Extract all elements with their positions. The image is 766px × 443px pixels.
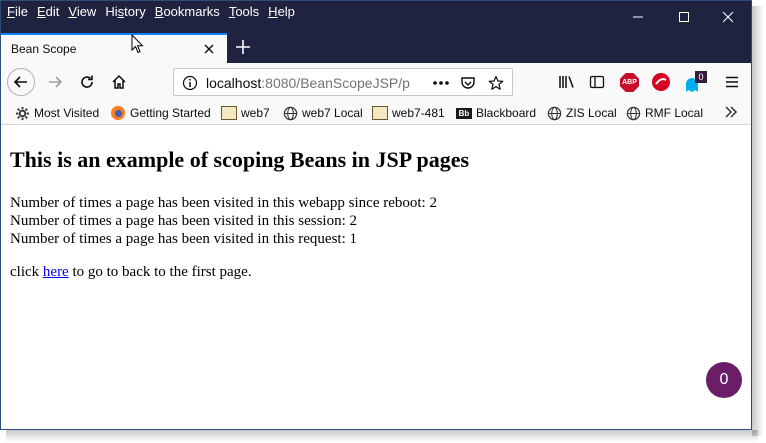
bookmark-most-visited[interactable]: Most Visited [14, 104, 99, 122]
page-content: This is an example of scoping Beans in J… [1, 126, 751, 429]
back-arrow-icon [13, 76, 27, 88]
window-shadow [752, 6, 764, 436]
menu-bookmarks[interactable]: Bookmarks [155, 4, 220, 19]
nav-toolbar: localhost:8080/BeanScopeJSP/p ABP 0 [1, 63, 751, 101]
back-button[interactable] [7, 68, 35, 96]
maximize-icon [679, 12, 689, 22]
forward-button[interactable] [41, 68, 69, 96]
gear-icon [14, 105, 30, 121]
pocket-icon[interactable] [459, 74, 477, 92]
url-text[interactable]: localhost:8080/BeanScopeJSP/p [206, 75, 424, 91]
bookmark-web7[interactable]: web7 [221, 104, 270, 122]
menu-edit[interactable]: Edit [37, 4, 59, 19]
blackboard-icon: Bb [456, 107, 472, 119]
ghost-badge: 0 [695, 71, 707, 83]
globe-icon [282, 105, 298, 121]
menu-history[interactable]: History [105, 4, 145, 19]
bookmark-blackboard[interactable]: Bb Blackboard [456, 104, 536, 122]
tab-close-icon[interactable] [201, 41, 217, 57]
bookmark-web7-481[interactable]: web7-481 [372, 104, 445, 122]
back-link-line: click here to go to back to the first pa… [10, 264, 252, 280]
close-window-button[interactable] [705, 1, 751, 33]
bookmark-getting-started[interactable]: Getting Started [110, 104, 211, 122]
sidebar-icon [589, 75, 605, 89]
mouse-cursor-icon [131, 34, 144, 54]
bookmarks-toolbar: Most Visited Getting Started web7 web7 L… [1, 101, 751, 125]
home-icon [112, 74, 126, 89]
menu-bar: File Edit View History Bookmarks Tools H… [7, 4, 295, 19]
web-page-icon [221, 105, 237, 121]
bookmark-rmf-local[interactable]: RMF Local [625, 104, 703, 122]
menu-button[interactable] [718, 68, 746, 96]
new-tab-icon[interactable] [233, 37, 253, 57]
tab-title: Bean Scope [11, 42, 77, 56]
here-link[interactable]: here [43, 264, 69, 280]
session-count-line: Number of times a page has been visited … [10, 213, 358, 229]
menu-file[interactable]: File [7, 4, 28, 19]
visit-counts: Number of times a page has been visited … [10, 194, 437, 248]
bookmark-star-icon[interactable] [487, 74, 505, 92]
bookmark-web7-local[interactable]: web7 Local [282, 104, 363, 122]
library-icon [559, 76, 574, 88]
page-actions-icon[interactable] [432, 74, 450, 92]
info-icon[interactable] [182, 75, 198, 91]
forward-arrow-icon [49, 76, 63, 88]
page-heading: This is an example of scoping Beans in J… [10, 147, 470, 172]
url-bar[interactable]: localhost:8080/BeanScopeJSP/p [173, 68, 513, 96]
library-button[interactable] [553, 68, 581, 96]
globe-icon [625, 105, 641, 121]
menu-view[interactable]: View [68, 4, 96, 19]
ghostery-extension-button[interactable]: 0 [683, 71, 709, 95]
tab-bean-scope[interactable]: Bean Scope [1, 33, 227, 63]
stop-extension-icon[interactable] [652, 73, 670, 91]
bookmark-zis-local[interactable]: ZIS Local [546, 104, 617, 122]
close-icon [722, 11, 734, 23]
adblock-plus-icon[interactable]: ABP [620, 73, 639, 92]
firefox-icon [110, 105, 126, 121]
url-path: :8080/BeanScopeJSP/p [261, 75, 410, 91]
reload-icon [81, 75, 93, 88]
title-bar: File Edit View History Bookmarks Tools H… [1, 1, 751, 33]
bookmarks-overflow-icon[interactable] [723, 104, 741, 122]
minimize-icon [633, 16, 643, 18]
webapp-count-line: Number of times a page has been visited … [10, 195, 437, 211]
window-shadow [6, 430, 758, 442]
reload-button[interactable] [73, 68, 101, 96]
request-count-line: Number of times a page has been visited … [10, 231, 357, 247]
globe-icon [546, 105, 562, 121]
browser-window: File Edit View History Bookmarks Tools H… [0, 0, 752, 430]
hamburger-icon [726, 76, 738, 88]
url-host: localhost [206, 75, 262, 91]
minimize-button[interactable] [615, 1, 661, 33]
maximize-button[interactable] [661, 1, 707, 33]
notification-count-button[interactable]: 0 [706, 362, 742, 398]
menu-tools[interactable]: Tools [229, 4, 259, 19]
web-page-icon [372, 105, 388, 121]
menu-help[interactable]: Help [268, 4, 295, 19]
tab-strip: Bean Scope [1, 33, 751, 63]
home-button[interactable] [105, 68, 133, 96]
sidebar-button[interactable] [583, 68, 611, 96]
